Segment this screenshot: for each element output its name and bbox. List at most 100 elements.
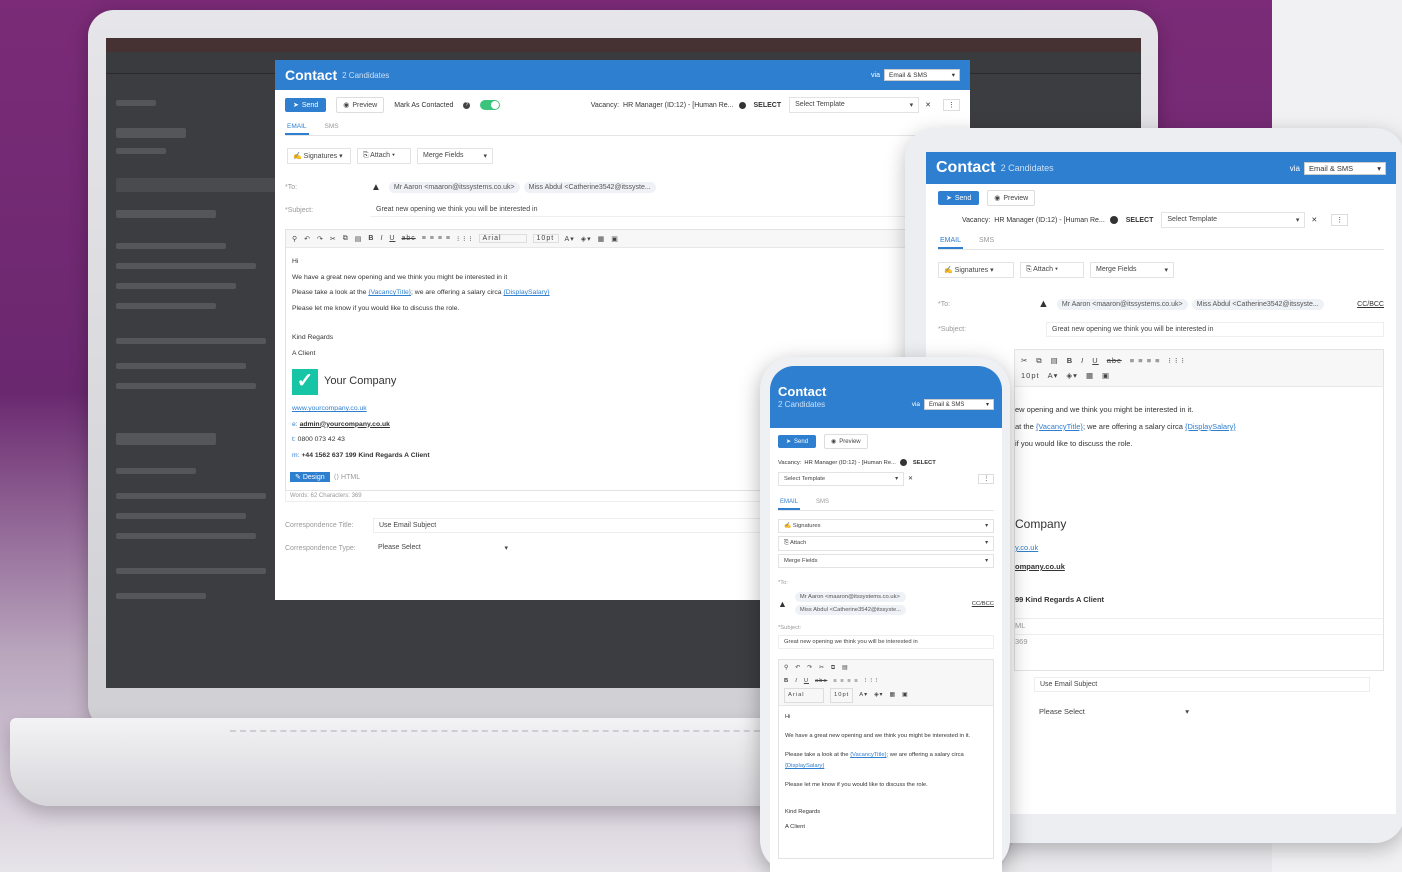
italic-icon[interactable]: I bbox=[380, 235, 383, 242]
template-select[interactable]: Select Template ▾ bbox=[789, 97, 920, 113]
redo-icon[interactable]: ↷ bbox=[317, 235, 324, 243]
image-icon[interactable]: ▣ bbox=[1102, 368, 1110, 383]
align-icons[interactable]: ≡ ≡ ≡ ≡ bbox=[833, 675, 858, 688]
align-icons[interactable]: ≡ ≡ ≡ ≡ bbox=[422, 235, 451, 242]
size-select[interactable]: 10pt bbox=[830, 688, 854, 703]
more-icon[interactable]: ⋮ bbox=[978, 474, 994, 484]
via-select[interactable]: Email & SMS ▾ bbox=[884, 69, 960, 81]
recipient-chip[interactable]: Mr Aaron <maaron@itssystems.co.uk> bbox=[1056, 298, 1188, 310]
paste-icon[interactable]: ▤ bbox=[355, 235, 363, 243]
underline-icon[interactable]: U bbox=[1092, 353, 1098, 368]
correspondence-title-input[interactable]: Use Email Subject bbox=[1034, 677, 1370, 692]
find-icon[interactable]: ⚲ bbox=[784, 662, 789, 675]
tab-sms[interactable]: SMS bbox=[977, 234, 996, 249]
text-color-icon[interactable]: A▾ bbox=[1048, 368, 1059, 383]
undo-icon[interactable]: ↶ bbox=[795, 662, 801, 675]
strikethrough-icon[interactable]: abc bbox=[1107, 353, 1122, 368]
redo-icon[interactable]: ↷ bbox=[807, 662, 813, 675]
close-icon[interactable]: ✕ bbox=[908, 476, 913, 482]
cut-icon[interactable]: ✂ bbox=[330, 235, 337, 243]
strikethrough-icon[interactable]: abc bbox=[401, 235, 415, 242]
tab-design[interactable]: ✎ Design bbox=[290, 472, 330, 482]
subject-input[interactable]: Great new opening we think you will be i… bbox=[778, 635, 994, 649]
send-button[interactable]: ➤ Send bbox=[938, 191, 980, 205]
close-icon[interactable]: ✕ bbox=[925, 101, 931, 109]
text-color-icon[interactable]: A▾ bbox=[565, 235, 575, 243]
highlight-icon[interactable]: ◈▾ bbox=[1066, 368, 1078, 383]
attach-dropdown[interactable]: ⎘ Attach ▾ bbox=[357, 148, 411, 164]
via-select[interactable]: Email & SMS ▾ bbox=[924, 399, 994, 410]
tab-html[interactable]: ML bbox=[1015, 618, 1383, 632]
tab-email[interactable]: EMAIL bbox=[778, 496, 801, 510]
tab-email[interactable]: EMAIL bbox=[938, 234, 964, 249]
signatures-dropdown[interactable]: ✍ Signatures ▾ bbox=[287, 148, 351, 164]
merge-field-link[interactable]: {VacancyTitle} bbox=[850, 752, 886, 758]
correspondence-type-select[interactable]: Please Select ▾ bbox=[1034, 704, 1194, 719]
signatures-dropdown[interactable]: ✍ Signatures ▾ bbox=[938, 262, 1014, 278]
send-button[interactable]: ➤ Send bbox=[285, 98, 327, 112]
attach-dropdown[interactable]: ⎘ Attach ▾ bbox=[778, 536, 994, 551]
image-icon[interactable]: ▣ bbox=[611, 235, 619, 243]
tab-sms[interactable]: SMS bbox=[323, 120, 341, 135]
subject-input[interactable]: Great new opening we think you will be i… bbox=[1046, 322, 1384, 337]
clear-icon[interactable] bbox=[738, 101, 746, 109]
merge-fields-dropdown[interactable]: Merge Fields ▾ bbox=[417, 148, 493, 164]
send-button[interactable]: ➤ Send bbox=[778, 435, 817, 448]
align-icons[interactable]: ≡ ≡ ≡ ≡ bbox=[1130, 353, 1161, 368]
undo-icon[interactable]: ↶ bbox=[304, 235, 311, 243]
merge-field-link[interactable]: {VacancyTitle} bbox=[368, 289, 411, 296]
mark-contacted-toggle[interactable] bbox=[480, 100, 501, 110]
list-icons[interactable]: ⁝ ⁝ ⁝ bbox=[457, 235, 473, 243]
bold-icon[interactable]: B bbox=[1067, 353, 1073, 368]
italic-icon[interactable]: I bbox=[1081, 353, 1084, 368]
merge-fields-dropdown[interactable]: Merge Fields ▾ bbox=[1090, 262, 1174, 278]
close-icon[interactable]: ✕ bbox=[1311, 216, 1317, 224]
paste-icon[interactable]: ▤ bbox=[842, 662, 848, 675]
highlight-icon[interactable]: ◈▾ bbox=[874, 689, 883, 702]
copy-icon[interactable]: ⧉ bbox=[343, 235, 349, 243]
tab-email[interactable]: EMAIL bbox=[285, 120, 309, 135]
attach-dropdown[interactable]: ⎘ Attach ▾ bbox=[1020, 262, 1084, 278]
list-icons[interactable]: ⁝ ⁝ ⁝ bbox=[1169, 353, 1185, 368]
preview-button[interactable]: ◉ Preview bbox=[824, 434, 868, 449]
via-select[interactable]: Email & SMS ▾ bbox=[1304, 161, 1386, 175]
size-select[interactable]: 10pt bbox=[532, 234, 559, 243]
merge-field-link[interactable]: {DisplaySalary} bbox=[1185, 422, 1236, 431]
copy-icon[interactable]: ⧉ bbox=[831, 662, 836, 675]
company-email[interactable]: ompany.co.uk bbox=[1015, 562, 1065, 571]
company-email[interactable]: admin@yourcompany.co.uk bbox=[300, 421, 390, 428]
table-icon[interactable]: ▦ bbox=[1086, 368, 1094, 383]
table-icon[interactable]: ▦ bbox=[598, 235, 606, 243]
preview-button[interactable]: ◉ Preview bbox=[336, 97, 385, 113]
company-url[interactable]: y.co.uk bbox=[1015, 539, 1383, 556]
table-icon[interactable]: ▦ bbox=[889, 689, 895, 702]
subject-input[interactable]: Great new opening we think you will be i… bbox=[371, 203, 960, 217]
cut-icon[interactable]: ✂ bbox=[819, 662, 825, 675]
underline-icon[interactable]: U bbox=[804, 675, 809, 688]
bold-icon[interactable]: B bbox=[368, 235, 374, 242]
clear-icon[interactable] bbox=[899, 459, 907, 466]
clear-icon[interactable] bbox=[1109, 216, 1118, 224]
cut-icon[interactable]: ✂ bbox=[1021, 353, 1028, 368]
merge-field-link[interactable]: {DisplaySalary} bbox=[785, 763, 824, 769]
template-select[interactable]: Select Template ▾ bbox=[1161, 212, 1306, 228]
text-color-icon[interactable]: A▾ bbox=[859, 689, 868, 702]
signatures-dropdown[interactable]: ✍ Signatures ▾ bbox=[778, 519, 994, 533]
more-icon[interactable]: ⋮ bbox=[943, 99, 960, 111]
paste-icon[interactable]: ▤ bbox=[1051, 353, 1059, 368]
merge-fields-dropdown[interactable]: Merge Fields ▾ bbox=[778, 554, 994, 568]
copy-icon[interactable]: ⧉ bbox=[1036, 353, 1042, 368]
recipient-chip[interactable]: Miss Abdul <Catherine3542@itssyste... bbox=[794, 605, 907, 615]
tab-html[interactable]: ⟨⟩ HTML bbox=[334, 473, 360, 481]
image-icon[interactable]: ▣ bbox=[902, 689, 908, 702]
list-icons[interactable]: ⁝ ⁝ ⁝ bbox=[865, 675, 879, 688]
preview-button[interactable]: ◉ Preview bbox=[987, 190, 1036, 206]
size-select[interactable]: 10pt bbox=[1021, 368, 1040, 383]
recipient-chip[interactable]: Miss Abdul <Catherine3542@itssyste... bbox=[1191, 298, 1324, 310]
cc-bcc-link[interactable]: CC/BCC bbox=[972, 601, 994, 607]
recipient-chip[interactable]: Miss Abdul <Catherine3542@itssyste... bbox=[523, 182, 656, 193]
template-select[interactable]: Select Template ▾ bbox=[778, 472, 904, 486]
bold-icon[interactable]: B bbox=[784, 675, 789, 688]
more-icon[interactable]: ⋮ bbox=[1331, 214, 1349, 226]
recipient-chip[interactable]: Mr Aaron <maaron@itssystems.co.uk> bbox=[388, 182, 520, 193]
